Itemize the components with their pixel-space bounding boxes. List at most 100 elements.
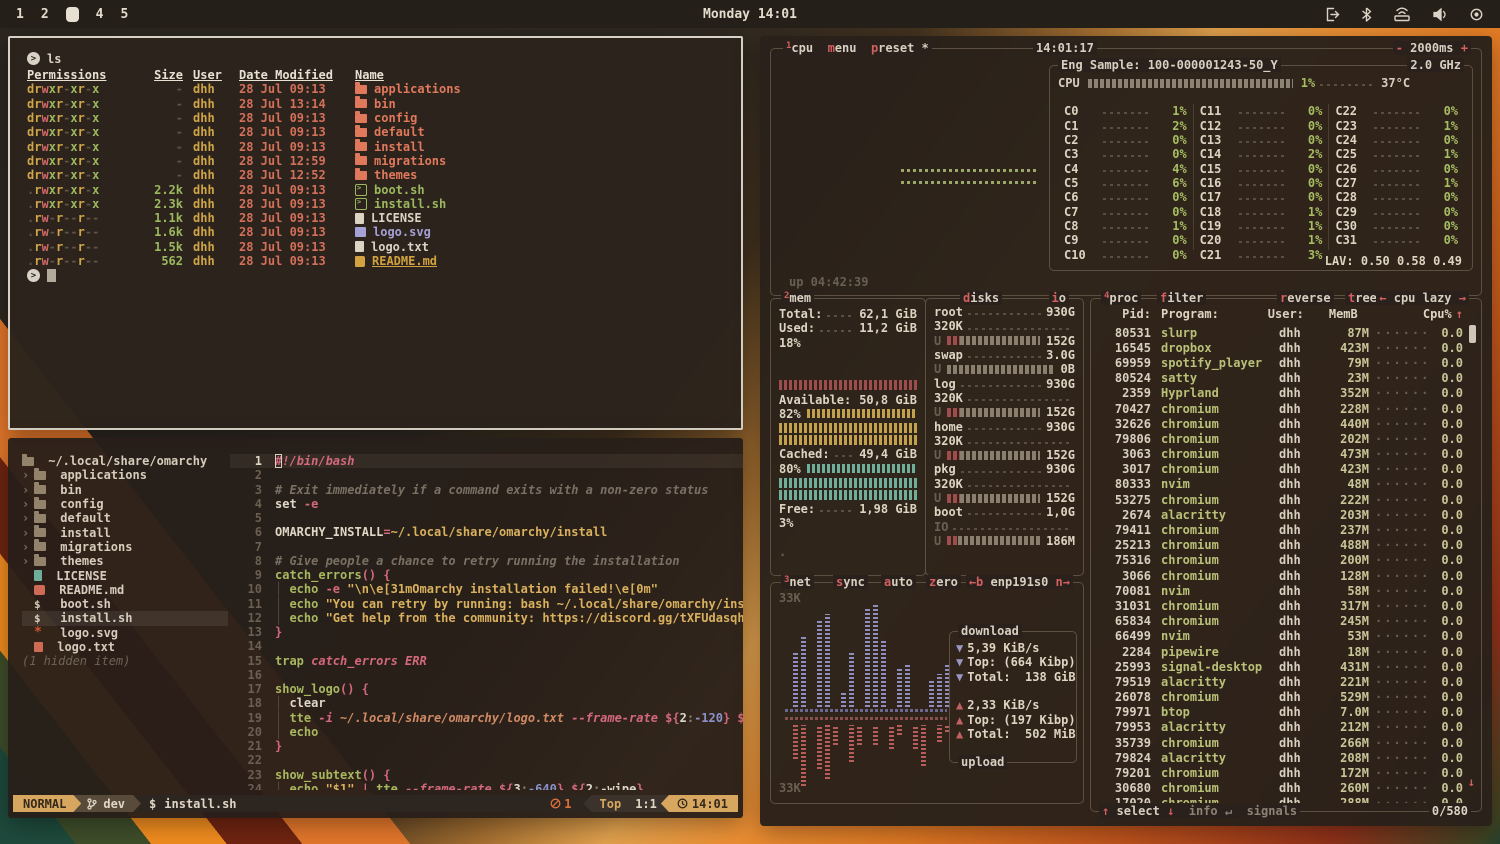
chevron-right-icon[interactable]: › <box>22 540 34 554</box>
process-row[interactable]: 79824alacrittydhh208M······0.0 <box>1099 750 1463 765</box>
net-auto-button[interactable]: auto <box>881 575 916 589</box>
tree-item-migrations[interactable]: › migrations <box>22 540 230 554</box>
process-row[interactable]: 16545dropboxdhh423M······0.0 <box>1099 340 1463 355</box>
bluetooth-icon[interactable] <box>1361 7 1372 22</box>
workspace-5[interactable]: 5 <box>120 7 128 22</box>
workspace-1[interactable]: 1 <box>16 7 24 22</box>
proc-tree-button[interactable]: tree <box>1345 291 1380 305</box>
workspace-2[interactable]: 2 <box>41 7 49 22</box>
process-row[interactable]: 79201chromiumdhh172M······0.0 <box>1099 765 1463 780</box>
cpu-box-title[interactable]: 1cpu menu preset * <box>783 41 932 55</box>
process-row[interactable]: 66499nvimdhh53M······0.0 <box>1099 629 1463 644</box>
net-box-title[interactable]: 3net <box>781 575 814 589</box>
process-row[interactable]: 2674alacrittydhh203M······0.0 <box>1099 507 1463 522</box>
menu-button[interactable]: menu <box>828 41 857 55</box>
workspace-4[interactable]: 4 <box>96 7 104 22</box>
code-line[interactable]: 15trap catch_errors ERR <box>230 654 743 668</box>
code-line[interactable]: 20│ echo <box>230 725 743 739</box>
code-line[interactable]: 21} <box>230 739 743 753</box>
proc-reverse-button[interactable]: reverse <box>1277 291 1334 305</box>
tree-item-install.sh[interactable]: $ install.sh <box>22 611 228 625</box>
settings-icon[interactable] <box>1469 7 1484 22</box>
process-row[interactable]: 53275chromiumdhh222M······0.0 <box>1099 492 1463 507</box>
code-line[interactable]: 8# Give people a chance to retry running… <box>230 554 743 568</box>
code-line[interactable]: 5 <box>230 511 743 525</box>
code-line[interactable]: 4set -e <box>230 497 743 511</box>
process-row[interactable]: 2359Hyprlanddhh352M······0.0 <box>1099 386 1463 401</box>
workspace-3[interactable] <box>66 7 79 22</box>
code-line[interactable]: 6OMARCHY_INSTALL=~/.local/share/omarchy/… <box>230 525 743 539</box>
process-row[interactable]: 79971btopdhh7.0M······0.0 <box>1099 705 1463 720</box>
process-row[interactable]: 35739chromiumdhh266M······0.0 <box>1099 735 1463 750</box>
code-line[interactable]: 1#!/bin/bash <box>230 454 743 468</box>
terminal-window-ls[interactable]: > ls PermissionsSizeUserDate ModifiedNam… <box>8 36 743 430</box>
disks-io-toggle[interactable]: io <box>1049 291 1069 305</box>
code-line[interactable]: 11│ echo "You can retry by running: bash… <box>230 597 743 611</box>
volume-icon[interactable] <box>1432 7 1448 22</box>
process-row[interactable]: 17020chromiumdhh288M······0.0 <box>1099 796 1463 803</box>
process-row[interactable]: 25213chromiumdhh488M······0.0 <box>1099 538 1463 553</box>
process-row[interactable]: 26078chromiumdhh529M······0.0 <box>1099 690 1463 705</box>
preset-button[interactable]: preset * <box>871 41 929 55</box>
neovim-window[interactable]: ~/.local/share/omarchy› applications› bi… <box>8 438 743 818</box>
process-row[interactable]: 79806chromiumdhh202M······0.0 <box>1099 431 1463 446</box>
code-line[interactable]: 9catch_errors() { <box>230 568 743 582</box>
chevron-right-icon[interactable]: › <box>22 554 34 568</box>
tree-item-LICENSE[interactable]: LICENSE <box>22 568 230 582</box>
btop-window[interactable]: 1cpu menu preset * 14:01:17 - 2000ms + E… <box>760 36 1492 826</box>
code-line[interactable]: 18│ clear <box>230 696 743 710</box>
code-line[interactable]: 16 <box>230 668 743 682</box>
code-editor[interactable]: 1#!/bin/bash23# Exit immediately if a co… <box>230 438 743 790</box>
tree-item-themes[interactable]: › themes <box>22 554 230 568</box>
code-line[interactable]: 23show_subtext() { <box>230 768 743 782</box>
process-row[interactable]: 69959spotify_playerdhh79M······0.0 <box>1099 355 1463 370</box>
git-branch-segment[interactable]: dev <box>73 795 141 812</box>
scroll-down-icon[interactable]: ↓ <box>1468 775 1475 789</box>
network-icon[interactable] <box>1393 7 1411 22</box>
code-line[interactable]: 13} <box>230 625 743 639</box>
process-row[interactable]: 30680chromiumdhh260M······0.0 <box>1099 781 1463 796</box>
process-row[interactable]: 31031chromiumdhh317M······0.0 <box>1099 598 1463 613</box>
update-interval[interactable]: - 2000ms + <box>1393 41 1471 55</box>
tree-root[interactable]: ~/.local/share/omarchy <box>22 454 230 468</box>
code-line[interactable]: 19│ tte -i ~/.local/share/omarchy/logo.t… <box>230 711 743 725</box>
process-row[interactable]: 79411chromiumdhh237M······0.0 <box>1099 522 1463 537</box>
code-line[interactable]: 14 <box>230 639 743 653</box>
code-line[interactable]: 7 <box>230 540 743 554</box>
tree-item-logo.svg[interactable]: * logo.svg <box>22 626 230 640</box>
net-zero-button[interactable]: zero <box>926 575 961 589</box>
chevron-right-icon[interactable]: › <box>22 497 34 511</box>
tree-item-applications[interactable]: › applications <box>22 468 230 482</box>
process-row[interactable]: 2284pipewiredhh18M······0.0 <box>1099 644 1463 659</box>
proc-scrollbar[interactable] <box>1469 325 1476 343</box>
logout-icon[interactable] <box>1324 7 1340 22</box>
chevron-right-icon[interactable]: › <box>22 511 34 525</box>
process-list[interactable]: 80531slurpdhh87M······0.016545dropboxdhh… <box>1099 325 1463 803</box>
proc-header-row[interactable]: Pid: Program: User: MemB Cpu% ↑ <box>1099 307 1463 321</box>
code-line[interactable]: 22 <box>230 753 743 767</box>
tree-item-README.md[interactable]: README.md <box>22 583 230 597</box>
tree-item-install[interactable]: › install <box>22 525 230 539</box>
process-row[interactable]: 80531slurpdhh87M······0.0 <box>1099 325 1463 340</box>
code-line[interactable]: 3# Exit immediately if a command exits w… <box>230 483 743 497</box>
chevron-right-icon[interactable]: › <box>22 526 34 540</box>
net-sync-button[interactable]: sync <box>833 575 868 589</box>
process-row[interactable]: 3063chromiumdhh473M······0.0 <box>1099 447 1463 462</box>
process-row[interactable]: 70427chromiumdhh228M······0.0 <box>1099 401 1463 416</box>
code-line[interactable]: 10│ echo -e "\n\e[31mOmarchy installatio… <box>230 582 743 596</box>
process-row[interactable]: 25993signal-desktopdhh431M······0.0 <box>1099 659 1463 674</box>
code-line[interactable]: 2 <box>230 468 743 482</box>
tree-item-logo.txt[interactable]: logo.txt <box>22 640 230 654</box>
disks-box-title[interactable]: disks <box>960 291 1002 305</box>
process-row[interactable]: 79953alacrittydhh212M······0.0 <box>1099 720 1463 735</box>
process-row[interactable]: 80524sattydhh23M······0.0 <box>1099 371 1463 386</box>
code-line[interactable]: 12│ echo "Get help from the community: h… <box>230 611 743 625</box>
code-line[interactable]: 17show_logo() { <box>230 682 743 696</box>
proc-box-title[interactable]: 4proc <box>1101 291 1141 305</box>
tree-item-bin[interactable]: › bin <box>22 483 230 497</box>
chevron-right-icon[interactable]: › <box>22 483 34 497</box>
process-row[interactable]: 3017chromiumdhh423M······0.0 <box>1099 462 1463 477</box>
mem-box-title[interactable]: 2mem <box>781 291 814 305</box>
proc-filter-button[interactable]: filter <box>1157 291 1206 305</box>
process-row[interactable]: 32626chromiumdhh440M······0.0 <box>1099 416 1463 431</box>
